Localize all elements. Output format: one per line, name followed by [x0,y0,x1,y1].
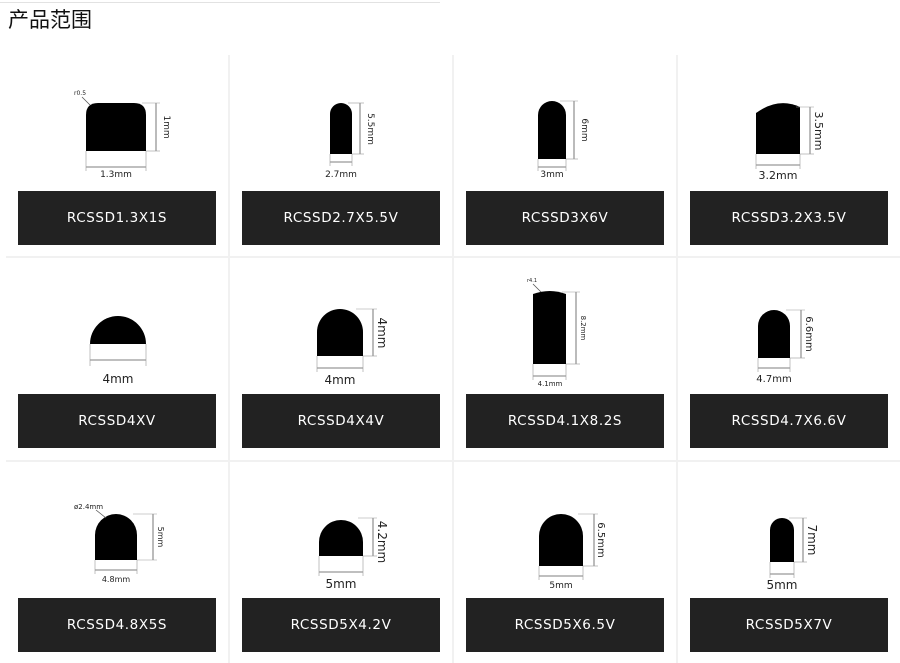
product-name: RCSSD4XV [78,413,156,430]
product-name: RCSSD3X6V [521,210,609,226]
product-label-bar[interactable]: RCSSD5X7V [690,597,888,652]
profile-drawing: 3.2mm 3.5mm [755,103,825,182]
profile-drawing: 2.7mm 5.5mm [325,102,375,180]
profile-drawing: 1.3mm 1mm r0.5 [74,90,171,180]
product-grid: 1.3mm 1mm r0.5 RCSSD1.3X1S 2.7mm 5.5mm R… [6,55,900,663]
profile-drawing: 4.1mm 8.2mm r4.1 [527,278,587,388]
product-label-bar[interactable]: RCSSD1.3X1S [18,191,216,245]
svg-text:3.5mm: 3.5mm [812,112,825,151]
product-card[interactable]: 3.2mm 3.5mm RCSSD3.2X3.5V [678,55,900,257]
product-name: RCSSD5X7V [745,616,833,633]
product-label-bar[interactable]: RCSSD5X6.5V [466,597,664,652]
svg-text:ø2.4mm: ø2.4mm [74,503,103,511]
svg-text:1.3mm: 1.3mm [100,170,132,180]
profile-drawing: 5mm 7mm [766,517,819,592]
product-card[interactable]: 5mm 4.2mm RCSSD5X4.2V [230,461,452,663]
svg-text:4.2mm: 4.2mm [375,520,389,562]
product-label-bar[interactable]: RCSSD5X4.2V [242,597,440,652]
product-label-bar[interactable]: RCSSD4.7X6.6V [690,394,888,449]
svg-text:3.2mm: 3.2mm [759,169,798,182]
product-label-bar[interactable]: RCSSD3.2X3.5V [690,191,888,245]
product-name: RCSSD3.2X3.5V [731,210,847,226]
product-label-bar[interactable]: RCSSD4.1X8.2S [466,394,664,449]
product-name: RCSSD5X6.5V [514,616,616,633]
product-name: RCSSD2.7X5.5V [283,210,399,226]
svg-text:5mm: 5mm [766,578,797,592]
svg-text:r4.1: r4.1 [527,278,537,284]
product-name: RCSSD5X4.2V [290,616,392,633]
svg-text:5mm: 5mm [156,526,165,547]
product-card[interactable]: 4.7mm 6.6mm RCSSD4.7X6.6V [678,258,900,460]
product-label-bar[interactable]: RCSSD2.7X5.5V [242,191,440,245]
svg-text:6mm: 6mm [579,118,589,141]
product-card[interactable]: 2.7mm 5.5mm RCSSD2.7X5.5V [230,55,452,257]
svg-text:5.5mm: 5.5mm [365,113,375,145]
product-name: RCSSD4.1X8.2S [507,413,623,430]
product-label-bar[interactable]: RCSSD4.8X5S [18,597,216,652]
product-card[interactable]: 4.8mm 5mm ø2.4mm RCSSD4.8X5S [6,461,228,663]
product-card[interactable]: 4mm RCSSD4XV [6,258,228,460]
product-card[interactable]: 3mm 6mm RCSSD3X6V [454,55,676,257]
profile-drawing: 4mm [89,316,147,386]
product-card[interactable]: 4mm 4mm RCSSD4X4V [230,258,452,460]
profile-drawing: 3mm 6mm [537,100,589,180]
svg-text:4mm: 4mm [102,372,133,386]
svg-text:8.2mm: 8.2mm [579,316,587,341]
product-card[interactable]: 5mm 6.5mm RCSSD5X6.5V [454,461,676,663]
profile-drawing: 4mm 4mm [316,309,389,387]
svg-text:r0.5: r0.5 [74,90,86,97]
top-divider [0,2,440,3]
svg-text:4.7mm: 4.7mm [756,374,791,385]
svg-text:5mm: 5mm [549,581,572,591]
product-name: RCSSD4X4V [297,413,385,430]
product-label-bar[interactable]: RCSSD3X6V [466,191,664,245]
product-card[interactable]: 4.1mm 8.2mm r4.1 RCSSD4.1X8.2S [454,258,676,460]
product-label-bar[interactable]: RCSSD4X4V [242,394,440,449]
svg-text:4.8mm: 4.8mm [102,575,131,584]
profile-drawing: 5mm 6.5mm [538,513,606,591]
svg-text:5mm: 5mm [325,577,356,591]
svg-text:2.7mm: 2.7mm [325,170,357,180]
profile-drawing: 4.8mm 5mm ø2.4mm [74,503,165,584]
svg-text:4mm: 4mm [324,373,355,387]
svg-text:4.1mm: 4.1mm [538,380,563,388]
product-name: RCSSD4.7X6.6V [731,413,847,430]
svg-text:7mm: 7mm [805,524,819,555]
product-label-bar[interactable]: RCSSD4XV [18,394,216,449]
svg-text:3mm: 3mm [540,170,563,180]
product-name: RCSSD4.8X5S [66,616,168,633]
svg-text:1mm: 1mm [161,115,171,138]
profile-drawing: 4.7mm 6.6mm [756,310,814,385]
svg-text:6.6mm: 6.6mm [803,317,814,352]
product-card[interactable]: 5mm 7mm RCSSD5X7V [678,461,900,663]
svg-text:6.5mm: 6.5mm [595,522,606,557]
product-name: RCSSD1.3X1S [66,210,168,226]
profile-drawing: 5mm 4.2mm [318,517,389,591]
svg-text:4mm: 4mm [375,318,389,349]
page-title: 产品范围 [8,8,92,32]
product-card[interactable]: 1.3mm 1mm r0.5 RCSSD1.3X1S [6,55,228,257]
